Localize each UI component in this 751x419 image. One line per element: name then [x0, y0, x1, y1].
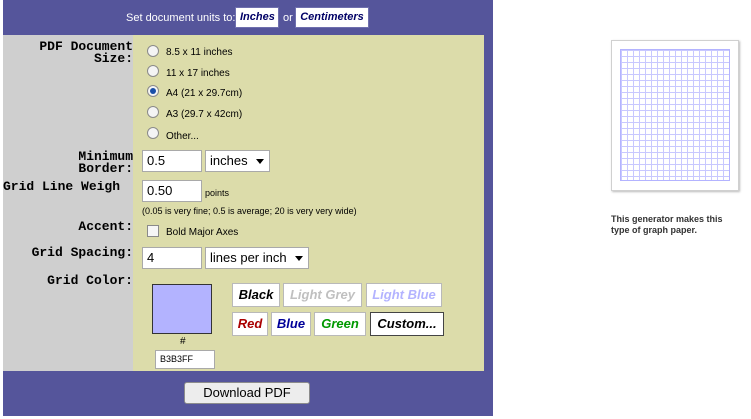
units-prompt: Set document units to: [126, 12, 236, 24]
color-red-button[interactable]: Red [232, 312, 268, 336]
color-swatch [152, 284, 212, 334]
grid-line-weight-label: Grid Line Weigh [3, 181, 121, 193]
color-lightblue-button[interactable]: Light Blue [366, 283, 442, 307]
color-green-button[interactable]: Green [314, 312, 366, 336]
size-option-label: Other... [166, 131, 199, 142]
spacing-unit-value: lines per inch [210, 250, 287, 265]
download-pdf-button[interactable]: Download PDF [184, 382, 310, 404]
label-column [3, 35, 133, 371]
grid-color-label: Grid Color: [47, 273, 133, 288]
panel-border [484, 35, 493, 371]
accent-label: Accent: [78, 219, 133, 234]
units-or: or [283, 12, 293, 24]
size-option-label: A4 (21 x 29.7cm) [166, 88, 243, 99]
bold-axes-checkbox[interactable] [147, 225, 159, 237]
pdf-size-label: PDF Document Size: [39, 39, 133, 66]
color-lightgrey-button[interactable]: Light Grey [283, 283, 362, 307]
min-border-input[interactable]: 0.5 [142, 150, 202, 172]
line-weight-unit: points [205, 188, 230, 198]
min-border-unit-select[interactable]: inches [205, 150, 270, 172]
color-blue-button[interactable]: Blue [271, 312, 311, 336]
preview-grid [620, 49, 730, 181]
size-radio-other[interactable] [147, 127, 159, 139]
hex-input[interactable]: B3B3FF [155, 350, 215, 369]
min-border-unit-value: inches [210, 153, 248, 168]
bold-axes-label: Bold Major Axes [166, 227, 239, 238]
grid-spacing-label: Grid Spacing: [31, 245, 133, 260]
size-option-label: 11 x 17 inches [166, 68, 230, 79]
size-option-label: A3 (29.7 x 42cm) [166, 109, 243, 120]
size-radio-a4[interactable] [147, 85, 159, 97]
size-radio-a3[interactable] [147, 106, 159, 118]
inches-button[interactable]: Inches [235, 7, 279, 28]
preview-caption: This generator makes this type of graph … [611, 214, 723, 235]
line-weight-input[interactable]: 0.50 [142, 180, 202, 202]
hex-hash: # [180, 336, 186, 347]
size-option-label: 8.5 x 11 inches [166, 47, 233, 58]
spacing-input[interactable]: 4 [142, 247, 202, 269]
chevron-down-icon [295, 256, 303, 261]
chevron-down-icon [256, 159, 264, 164]
graph-paper-preview [611, 40, 739, 191]
centimeters-button[interactable]: Centimeters [295, 7, 369, 28]
size-radio-tabloid[interactable] [147, 65, 159, 77]
spacing-unit-select[interactable]: lines per inch [205, 247, 309, 269]
color-black-button[interactable]: Black [232, 283, 280, 307]
color-custom-button[interactable]: Custom... [370, 312, 444, 336]
size-radio-letter[interactable] [147, 45, 159, 57]
line-weight-hint: (0.05 is very fine; 0.5 is average; 20 i… [142, 206, 357, 216]
min-border-label: Minimum Border: [78, 149, 133, 176]
